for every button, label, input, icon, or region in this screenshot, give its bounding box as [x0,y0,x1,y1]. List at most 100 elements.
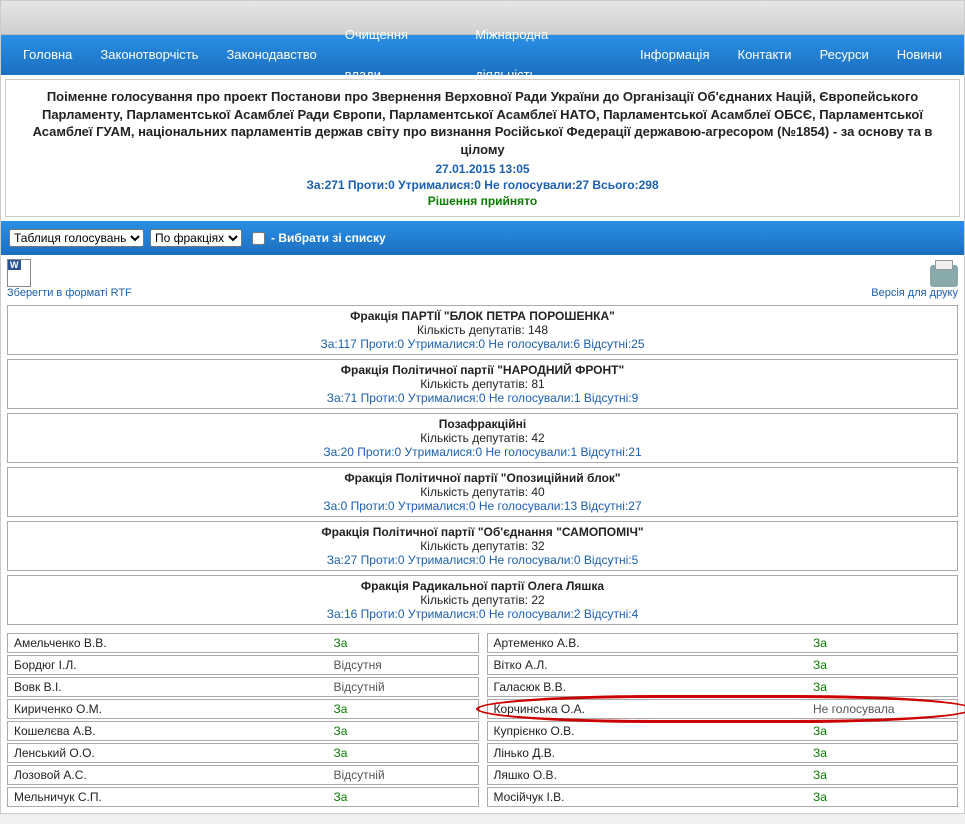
vote-decision: Рішення прийнято [20,194,945,208]
nav-contacts[interactable]: Контакти [724,35,806,75]
nav-lustration[interactable]: Очищення влади [331,15,461,95]
save-rtf-label: Зберегти в форматі RTF [7,287,132,299]
votes-grid: Амельченко В.В.ЗаБордюг І.Л.ВідсутняВовк… [1,631,964,813]
save-rtf-link[interactable]: Зберегти в форматі RTF [7,259,132,299]
fraction-count: Кількість депутатів: 22 [8,593,957,607]
deputy-name: Лінько Д.В. [488,744,808,762]
fraction-stats-link[interactable]: За:71 Проти:0 Утрималися:0 Не голосували… [327,391,639,405]
fraction-name: Фракція Політичної партії "Об'єднання "С… [8,525,957,539]
fraction-stats-link[interactable]: За:117 Проти:0 Утрималися:0 Не голосувал… [320,337,644,351]
fraction-count: Кількість депутатів: 42 [8,431,957,445]
deputy-vote: За [807,744,957,762]
fraction-block: Фракція Політичної партії "Опозиційний б… [7,467,958,517]
fraction-count: Кількість депутатів: 40 [8,485,957,499]
nav-home[interactable]: Головна [9,35,86,75]
fraction-block: Фракція Політичної партії "НАРОДНИЙ ФРОН… [7,359,958,409]
deputy-vote: За [807,678,957,696]
deputy-vote: За [328,700,478,718]
vote-row: Купрієнко О.В.За [487,721,959,741]
filter-bar: Таблиця голосувань По фракціях - Вибрати… [1,221,964,255]
fraction-count: Кількість депутатів: 32 [8,539,957,553]
vote-row: Мосійчук І.В.За [487,787,959,807]
deputy-name: Вовк В.І. [8,678,328,696]
fraction-stats-link[interactable]: За:27 Проти:0 Утрималися:0 Не голосували… [327,553,639,567]
vote-title-block: Поіменне голосування про проект Постанов… [5,79,960,217]
fraction-block: Фракція Радикальної партії Олега ЛяшкаКі… [7,575,958,625]
vote-row: Мельничук С.П.За [7,787,479,807]
vote-datetime: 27.01.2015 13:05 [20,162,945,176]
deputy-name: Корчинська О.А. [488,700,808,718]
printer-icon [930,265,958,287]
deputy-vote: За [807,722,957,740]
deputy-name: Мосійчук І.В. [488,788,808,806]
deputy-name: Ляшко О.В. [488,766,808,784]
deputy-vote: За [807,634,957,652]
list-checkbox-label: - Вибрати зі списку [271,231,386,245]
deputy-vote: Відсутній [328,678,478,696]
fraction-name: Позафракційні [8,417,957,431]
deputy-name: Амельченко В.В. [8,634,328,652]
fraction-name: Фракція Політичної партії "Опозиційний б… [8,471,957,485]
vote-row: Лінько Д.В.За [487,743,959,763]
vote-row: Вітко А.Л.За [487,655,959,675]
nav-lawmaking[interactable]: Законотворчість [86,35,212,75]
deputy-vote: За [328,744,478,762]
vote-row: Кошелєва А.В.За [7,721,479,741]
list-checkbox[interactable] [252,232,265,245]
word-icon [7,259,31,287]
fraction-stats-link[interactable]: За:0 Проти:0 Утрималися:0 Не голосували:… [323,499,641,513]
deputy-name: Бордюг І.Л. [8,656,328,674]
deputy-vote: За [807,656,957,674]
vote-row: Вовк В.І.Відсутній [7,677,479,697]
fraction-stats-link[interactable]: За:20 Проти:0 Утрималися:0 Не голосували… [323,445,641,459]
vote-row: Галасюк В.В.За [487,677,959,697]
vote-summary-stats: За:271 Проти:0 Утрималися:0 Не голосувал… [20,178,945,192]
group-select[interactable]: По фракціях [150,229,242,247]
nav-info[interactable]: Інформація [626,35,724,75]
deputy-vote: За [328,722,478,740]
deputy-vote: За [328,634,478,652]
vote-row: Бордюг І.Л.Відсутня [7,655,479,675]
deputy-vote: За [328,788,478,806]
fraction-name: Фракція ПАРТІЇ "БЛОК ПЕТРА ПОРОШЕНКА" [8,309,957,323]
vote-title: Поіменне голосування про проект Постанов… [20,88,945,158]
main-nav: Головна Законотворчість Законодавство Оч… [1,35,964,75]
fraction-block: ПозафракційніКількість депутатів: 42За:2… [7,413,958,463]
deputy-name: Купрієнко О.В. [488,722,808,740]
deputy-vote: Відсутня [328,656,478,674]
view-select[interactable]: Таблиця голосувань [9,229,144,247]
vote-row: Ляшко О.В.За [487,765,959,785]
deputy-vote: За [807,766,957,784]
deputy-name: Артеменко А.В. [488,634,808,652]
fraction-stats-link[interactable]: За:16 Проти:0 Утрималися:0 Не голосували… [327,607,639,621]
fraction-count: Кількість депутатів: 81 [8,377,957,391]
deputy-name: Галасюк В.В. [488,678,808,696]
deputy-vote: Не голосувала [807,700,957,718]
vote-row: Артеменко А.В.За [487,633,959,653]
deputy-name: Ленський О.О. [8,744,328,762]
nav-news[interactable]: Новини [883,35,956,75]
fraction-name: Фракція Радикальної партії Олега Ляшка [8,579,957,593]
fractions-list: Фракція ПАРТІЇ "БЛОК ПЕТРА ПОРОШЕНКА"Кіл… [1,305,964,631]
vote-row: Амельченко В.В.За [7,633,479,653]
vote-row: Корчинська О.А.Не голосувала [487,699,959,719]
fraction-block: Фракція Політичної партії "Об'єднання "С… [7,521,958,571]
deputy-name: Лозовой А.С. [8,766,328,784]
vote-row: Ленський О.О.За [7,743,479,763]
nav-resources[interactable]: Ресурси [806,35,883,75]
fraction-name: Фракція Політичної партії "НАРОДНИЙ ФРОН… [8,363,957,377]
nav-international[interactable]: Міжнародна діяльність [461,15,626,95]
vote-row: Лозовой А.С.Відсутній [7,765,479,785]
deputy-name: Кириченко О.М. [8,700,328,718]
nav-legislation[interactable]: Законодавство [212,35,330,75]
deputy-vote: За [807,788,957,806]
vote-row: Кириченко О.М.За [7,699,479,719]
deputy-name: Кошелєва А.В. [8,722,328,740]
print-label: Версія для друку [871,287,958,299]
fraction-count: Кількість депутатів: 148 [8,323,957,337]
export-row: Зберегти в форматі RTF Версія для друку [1,255,964,301]
deputy-name: Мельничук С.П. [8,788,328,806]
deputy-name: Вітко А.Л. [488,656,808,674]
print-link[interactable]: Версія для друку [871,265,958,299]
fraction-block: Фракція ПАРТІЇ "БЛОК ПЕТРА ПОРОШЕНКА"Кіл… [7,305,958,355]
